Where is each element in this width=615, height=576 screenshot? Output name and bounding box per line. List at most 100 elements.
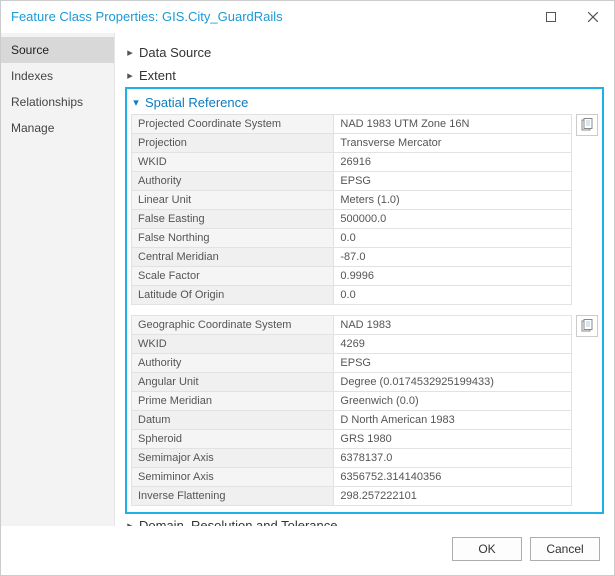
sidebar-item-source[interactable]: Source (1, 37, 114, 63)
titlebar-text: Feature Class Properties: GIS.City_Guard… (11, 9, 530, 24)
table-row: ProjectionTransverse Mercator (132, 134, 572, 153)
property-label: Inverse Flattening (132, 487, 334, 506)
table-row: DatumD North American 1983 (132, 411, 572, 430)
property-value: 500000.0 (334, 210, 572, 229)
geographic-cs-block: Geographic Coordinate SystemNAD 1983WKID… (131, 315, 598, 506)
property-value: 298.257222101 (334, 487, 572, 506)
property-value: 0.9996 (334, 267, 572, 286)
copy-projected-button[interactable] (576, 114, 598, 136)
table-row: Prime MeridianGreenwich (0.0) (132, 392, 572, 411)
property-label: Geographic Coordinate System (132, 316, 334, 335)
table-row: Central Meridian-87.0 (132, 248, 572, 267)
ok-button[interactable]: OK (452, 537, 522, 561)
property-value: 4269 (334, 335, 572, 354)
table-row: Geographic Coordinate SystemNAD 1983 (132, 316, 572, 335)
table-row: WKID26916 (132, 153, 572, 172)
dialog-body: Source Indexes Relationships Manage ▸ Da… (1, 33, 614, 526)
property-label: Angular Unit (132, 373, 334, 392)
property-label: Projected Coordinate System (132, 115, 334, 134)
property-label: Semimajor Axis (132, 449, 334, 468)
close-icon (588, 12, 598, 22)
chevron-right-icon: ▸ (125, 46, 135, 59)
geographic-cs-table: Geographic Coordinate SystemNAD 1983WKID… (131, 315, 572, 506)
sidebar-item-indexes[interactable]: Indexes (1, 63, 114, 89)
copy-icon (580, 319, 594, 333)
property-label: Semiminor Axis (132, 468, 334, 487)
property-value: 0.0 (334, 229, 572, 248)
property-value: EPSG (334, 172, 572, 191)
table-row: Projected Coordinate SystemNAD 1983 UTM … (132, 115, 572, 134)
property-label: Spheroid (132, 430, 334, 449)
table-row: SpheroidGRS 1980 (132, 430, 572, 449)
table-row: False Northing0.0 (132, 229, 572, 248)
section-label: Spatial Reference (145, 95, 248, 110)
property-value: -87.0 (334, 248, 572, 267)
spatial-reference-highlight: ▾ Spatial Reference Projected Coordinate… (125, 87, 604, 514)
property-value: Greenwich (0.0) (334, 392, 572, 411)
dialog-window: Feature Class Properties: GIS.City_Guard… (0, 0, 615, 576)
property-value: 26916 (334, 153, 572, 172)
property-label: Authority (132, 354, 334, 373)
property-value: D North American 1983 (334, 411, 572, 430)
chevron-right-icon: ▸ (125, 519, 135, 526)
sidebar-item-manage[interactable]: Manage (1, 115, 114, 141)
property-value: NAD 1983 UTM Zone 16N (334, 115, 572, 134)
property-label: Authority (132, 172, 334, 191)
property-label: False Easting (132, 210, 334, 229)
table-row: Linear UnitMeters (1.0) (132, 191, 572, 210)
table-row: Semimajor Axis6378137.0 (132, 449, 572, 468)
property-label: Latitude Of Origin (132, 286, 334, 305)
property-value: Transverse Mercator (334, 134, 572, 153)
table-row: Semiminor Axis6356752.314140356 (132, 468, 572, 487)
sidebar-item-label: Source (11, 43, 49, 57)
sidebar-item-relationships[interactable]: Relationships (1, 89, 114, 115)
property-label: Projection (132, 134, 334, 153)
section-label: Data Source (139, 45, 211, 60)
property-value: 6356752.314140356 (334, 468, 572, 487)
section-data-source[interactable]: ▸ Data Source (125, 41, 604, 64)
copy-geographic-button[interactable] (576, 315, 598, 337)
titlebar: Feature Class Properties: GIS.City_Guard… (1, 1, 614, 33)
maximize-button[interactable] (530, 1, 572, 33)
table-row: WKID4269 (132, 335, 572, 354)
property-value: Degree (0.0174532925199433) (334, 373, 572, 392)
chevron-right-icon: ▸ (125, 69, 135, 82)
sidebar-item-label: Relationships (11, 95, 83, 109)
property-label: Central Meridian (132, 248, 334, 267)
section-label: Extent (139, 68, 176, 83)
property-label: Linear Unit (132, 191, 334, 210)
chevron-down-icon: ▾ (131, 96, 141, 109)
property-value: GRS 1980 (334, 430, 572, 449)
property-value: 0.0 (334, 286, 572, 305)
cancel-button[interactable]: Cancel (530, 537, 600, 561)
square-icon (546, 12, 556, 22)
copy-icon (580, 118, 594, 132)
property-label: Datum (132, 411, 334, 430)
projected-cs-block: Projected Coordinate SystemNAD 1983 UTM … (131, 114, 598, 305)
projected-cs-table: Projected Coordinate SystemNAD 1983 UTM … (131, 114, 572, 305)
sidebar-item-label: Indexes (11, 69, 53, 83)
section-domain-resolution[interactable]: ▸ Domain, Resolution and Tolerance (125, 514, 604, 526)
property-value: Meters (1.0) (334, 191, 572, 210)
table-row: Angular UnitDegree (0.0174532925199433) (132, 373, 572, 392)
table-row: Scale Factor0.9996 (132, 267, 572, 286)
property-label: WKID (132, 153, 334, 172)
section-label: Domain, Resolution and Tolerance (139, 518, 338, 526)
table-row: Latitude Of Origin0.0 (132, 286, 572, 305)
table-row: AuthorityEPSG (132, 354, 572, 373)
dialog-footer: OK Cancel (1, 526, 614, 575)
property-label: WKID (132, 335, 334, 354)
section-extent[interactable]: ▸ Extent (125, 64, 604, 87)
table-row: AuthorityEPSG (132, 172, 572, 191)
property-label: Scale Factor (132, 267, 334, 286)
main-panel: ▸ Data Source ▸ Extent ▾ Spatial Referen… (115, 33, 614, 526)
property-value: EPSG (334, 354, 572, 373)
property-label: Prime Meridian (132, 392, 334, 411)
close-button[interactable] (572, 1, 614, 33)
sidebar: Source Indexes Relationships Manage (1, 33, 115, 526)
table-row: False Easting500000.0 (132, 210, 572, 229)
table-row: Inverse Flattening298.257222101 (132, 487, 572, 506)
section-spatial-reference[interactable]: ▾ Spatial Reference (131, 91, 598, 114)
property-label: False Northing (132, 229, 334, 248)
property-value: 6378137.0 (334, 449, 572, 468)
